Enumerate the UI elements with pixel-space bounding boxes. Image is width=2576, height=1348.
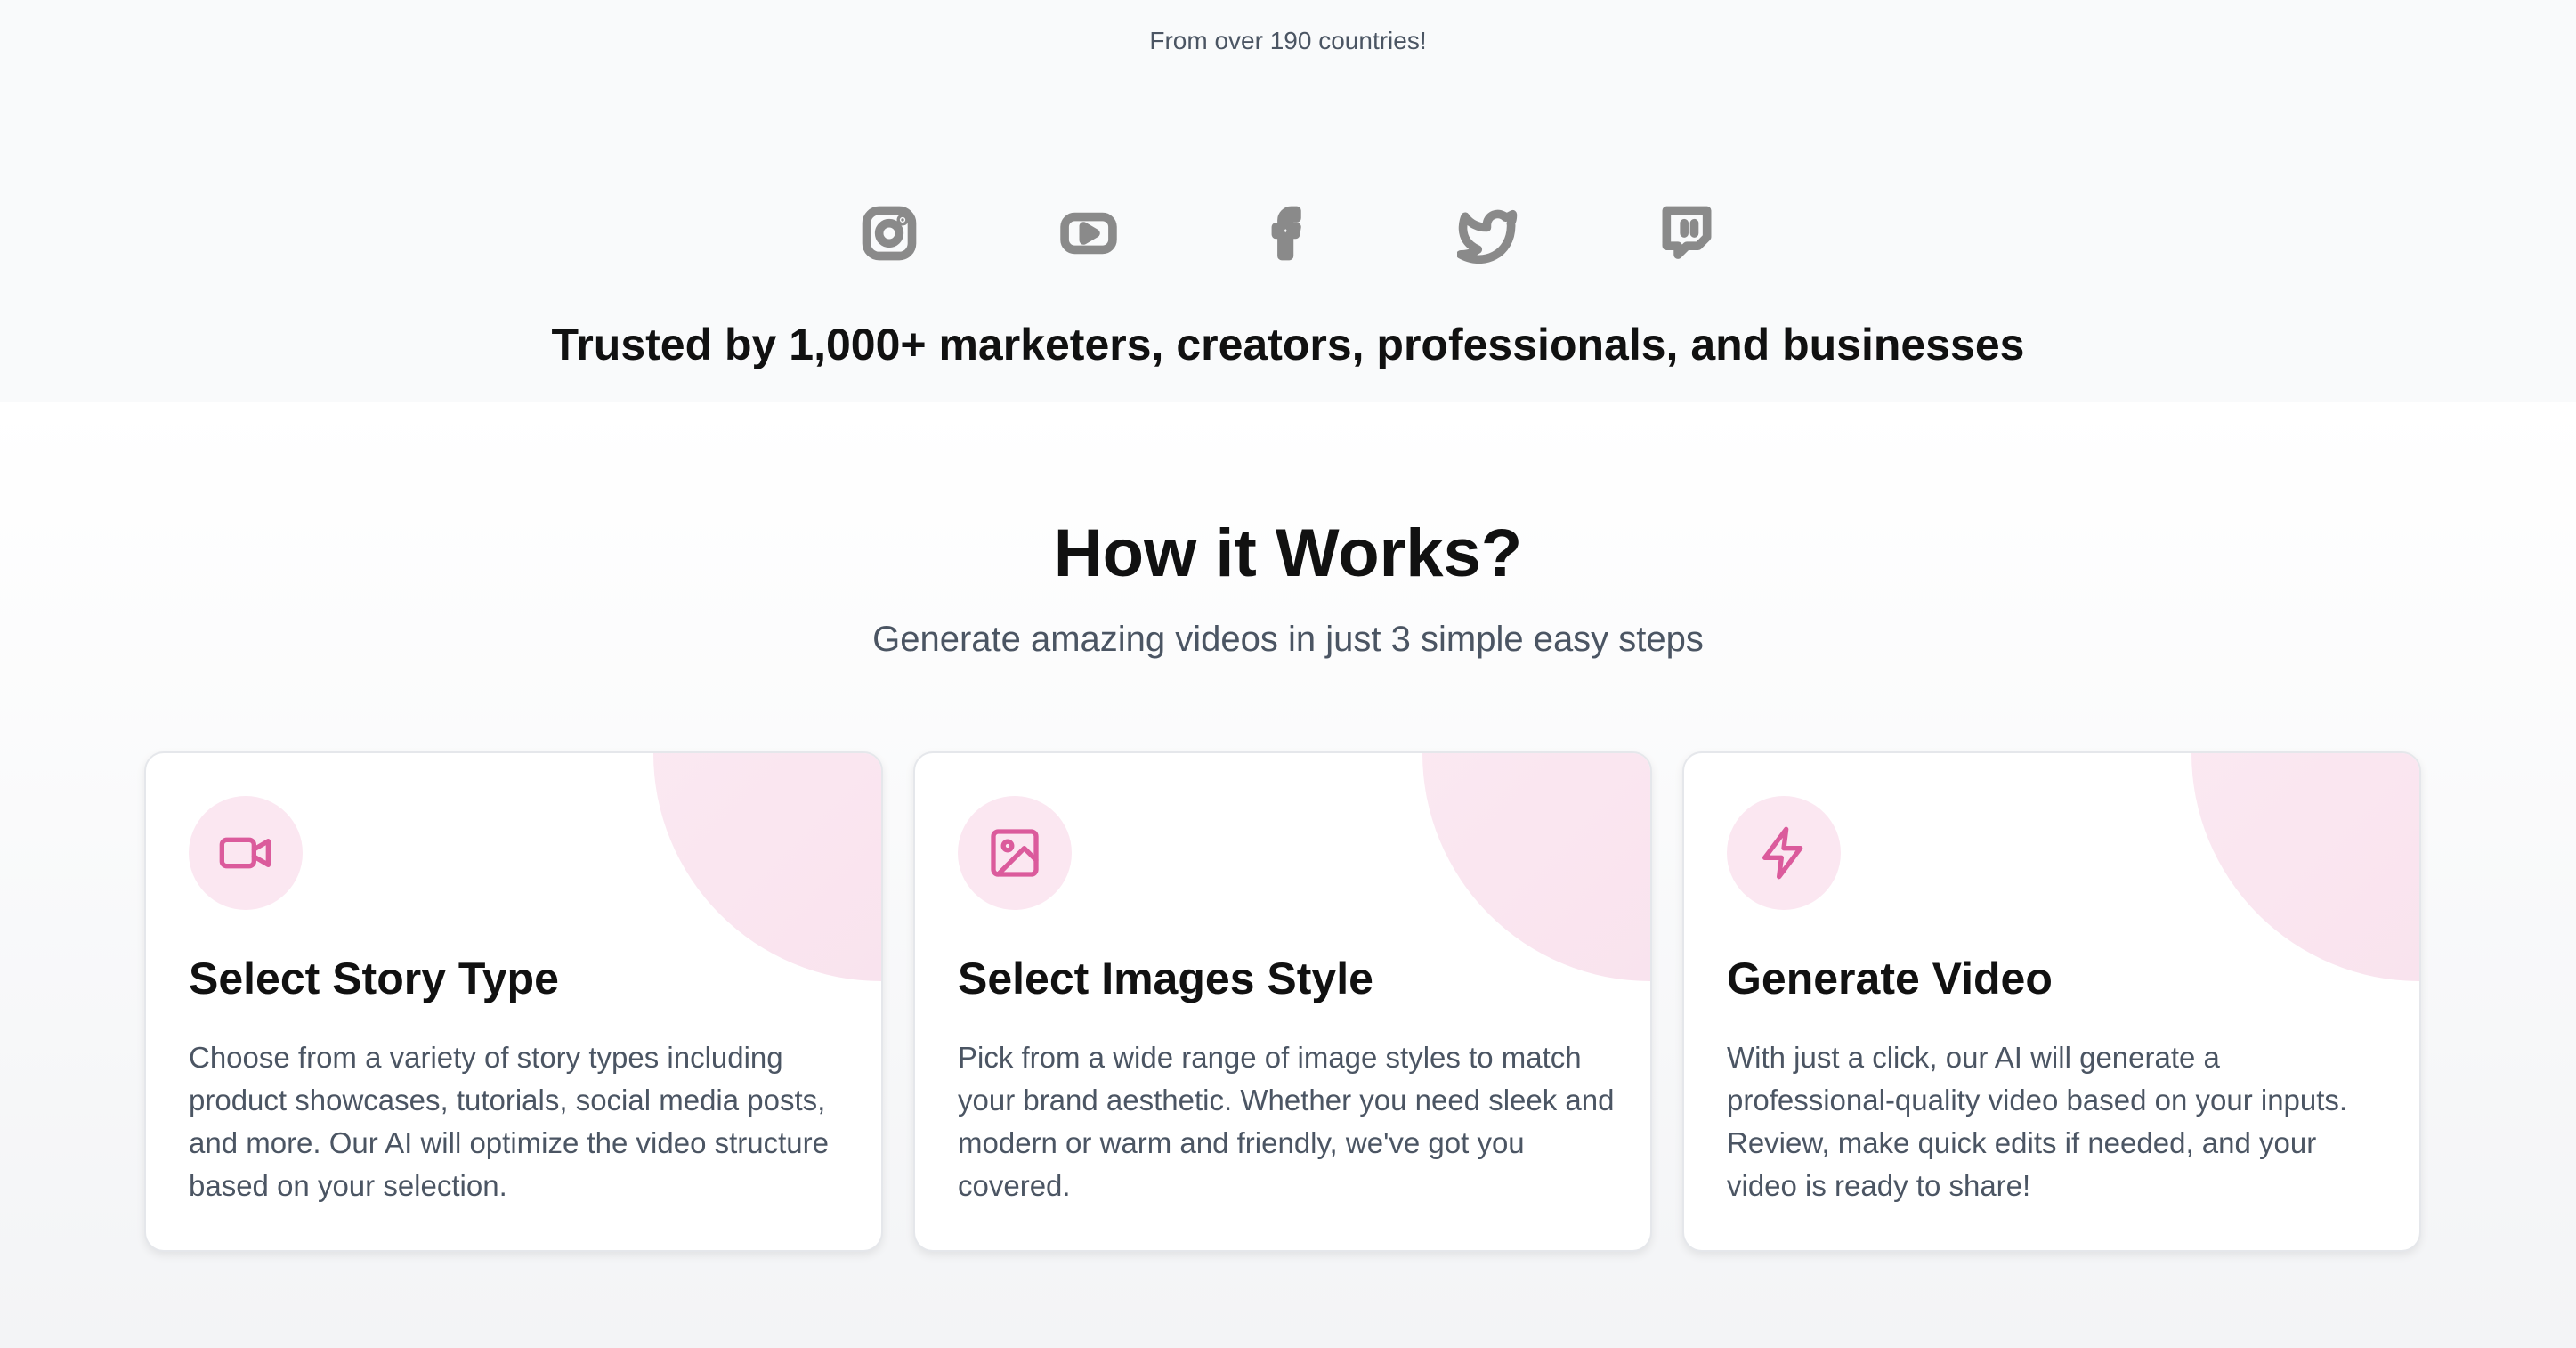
twitch-icon[interactable]	[1651, 198, 1722, 269]
decorative-blob	[2191, 753, 2419, 981]
facebook-icon[interactable]	[1252, 198, 1324, 269]
step-description: Pick from a wide range of image styles t…	[958, 1041, 1615, 1202]
twitter-icon[interactable]	[1452, 198, 1523, 269]
step-card-story-type: Select Story Type Choose from a variety …	[144, 751, 883, 1252]
step-title: Generate Video	[1727, 954, 2053, 1003]
trusted-section: From over 190 countries! Trusted by 1,00…	[0, 0, 2576, 402]
how-it-works-section: How it Works? Generate amazing videos in…	[0, 402, 2576, 1348]
youtube-icon[interactable]	[1053, 198, 1124, 269]
step-card-generate-video: Generate Video With just a click, our AI…	[1682, 751, 2421, 1252]
how-it-works-title: How it Works?	[1053, 516, 1523, 591]
instagram-icon[interactable]	[854, 198, 925, 269]
image-icon	[958, 796, 1072, 910]
trusted-title: Trusted by 1,000+ marketers, creators, p…	[551, 320, 2025, 369]
step-description: With just a click, our AI will generate …	[1727, 1041, 2348, 1202]
steps-list: Select Story Type Choose from a variety …	[144, 751, 2421, 1252]
step-card-images-style: Select Images Style Pick from a wide ran…	[913, 751, 1652, 1252]
decorative-blob	[1422, 753, 1650, 981]
how-it-works-subtitle: Generate amazing videos in just 3 simple…	[872, 620, 1704, 659]
step-description: Choose from a variety of story types inc…	[189, 1041, 829, 1202]
lightning-bolt-icon	[1727, 796, 1841, 910]
step-title: Select Images Style	[958, 954, 1373, 1003]
video-camera-icon	[189, 796, 303, 910]
step-title: Select Story Type	[189, 954, 559, 1003]
social-icons	[0, 198, 2576, 269]
countries-text: From over 190 countries!	[1149, 27, 1427, 54]
decorative-blob	[653, 753, 881, 981]
